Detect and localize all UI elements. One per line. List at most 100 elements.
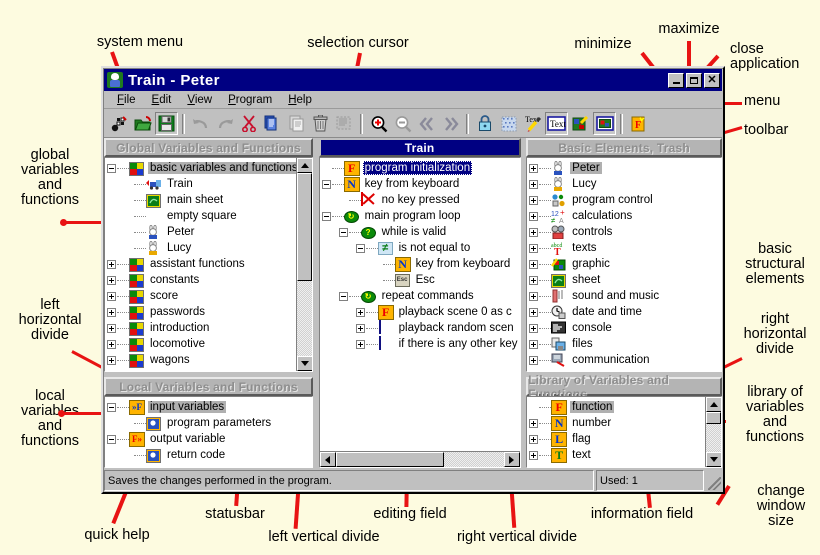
library-scroll-track[interactable] — [706, 424, 721, 452]
tree-row[interactable]: controls — [529, 224, 721, 240]
tree-row[interactable]: ↻main program loop — [322, 208, 520, 224]
tree-row[interactable]: empty square — [107, 208, 296, 224]
tree-row[interactable]: files — [529, 336, 721, 352]
panel-caption-library[interactable]: Library of Variables and Functions — [526, 377, 722, 396]
tree-row[interactable]: abcdTtexts — [529, 240, 721, 256]
collapse-toggle-icon[interactable] — [107, 164, 116, 173]
tree-row[interactable]: locomotive — [107, 336, 296, 352]
global-vscrollbar[interactable] — [296, 158, 312, 371]
tree-row[interactable]: Fplayback scene 0 as c — [322, 304, 520, 320]
tree-item-label[interactable]: basic variables and functions — [148, 162, 296, 174]
library-vscrollbar[interactable] — [705, 397, 721, 467]
undo-icon[interactable] — [189, 112, 212, 135]
tree-row[interactable]: sheet — [529, 272, 721, 288]
tree-item-label[interactable]: sheet — [570, 274, 602, 286]
expand-toggle-icon[interactable] — [529, 292, 538, 301]
tree-item-label[interactable]: calculations — [570, 210, 634, 222]
menu-item-help[interactable]: Help — [280, 93, 320, 107]
editor-hscrollbar[interactable] — [320, 451, 520, 467]
expand-toggle-icon[interactable] — [107, 340, 116, 349]
expand-toggle-icon[interactable] — [529, 308, 538, 317]
tree-item-label[interactable]: function — [570, 401, 614, 413]
edit-image-icon[interactable] — [569, 112, 592, 135]
tree-row[interactable]: Ffunction — [529, 399, 705, 415]
panel-caption-local[interactable]: Local Variables and Functions — [104, 377, 313, 396]
panel-caption-editor[interactable]: Train — [319, 138, 521, 157]
tree-row[interactable]: ≠is not equal to — [322, 240, 520, 256]
panel-caption-global[interactable]: Global Variables and Functions — [104, 138, 313, 157]
tree-row[interactable]: communication — [529, 352, 721, 368]
select-all-icon[interactable] — [333, 112, 356, 135]
tree-row[interactable]: assistant functions — [107, 256, 296, 272]
tree-item-label[interactable]: Lucy — [165, 242, 193, 254]
menu-item-file[interactable]: File — [109, 93, 144, 107]
expand-toggle-icon[interactable] — [529, 356, 538, 365]
tree-row[interactable]: ↻repeat commands — [322, 288, 520, 304]
tree-row[interactable]: Nkey from keyboard — [322, 176, 520, 192]
tree-item-label[interactable]: return code — [165, 449, 227, 461]
tree-row[interactable]: passwords — [107, 304, 296, 320]
expand-toggle-icon[interactable] — [529, 212, 538, 221]
function-icon[interactable]: F — [627, 112, 650, 135]
local-variables-tree[interactable]: »Finput variablesprogram parametersF»out… — [105, 397, 312, 467]
editing-field[interactable]: Fprogram initializationNkey from keyboar… — [320, 158, 520, 451]
tree-item-label[interactable]: Train — [165, 178, 195, 190]
tree-item-label[interactable]: key from keyboard — [363, 178, 462, 190]
collapse-toggle-icon[interactable] — [339, 228, 348, 237]
tree-row[interactable]: Ttext — [529, 447, 705, 463]
editor-scroll-track[interactable] — [444, 452, 504, 467]
tree-item-label[interactable]: locomotive — [148, 338, 207, 350]
global-scroll-thumb[interactable] — [297, 173, 312, 281]
menu-item-program[interactable]: Program — [220, 93, 280, 107]
expand-toggle-icon[interactable] — [529, 180, 538, 189]
tree-row[interactable]: Lflag — [529, 431, 705, 447]
tree-item-label[interactable]: Esc — [414, 274, 437, 286]
tree-item-label[interactable]: assistant functions — [148, 258, 247, 270]
collapse-toggle-icon[interactable] — [322, 212, 331, 221]
tree-row[interactable]: Peter — [529, 160, 721, 176]
collapse-toggle-icon[interactable] — [107, 435, 116, 444]
copy-icon[interactable] — [261, 112, 284, 135]
save-disk-icon[interactable] — [155, 112, 178, 135]
tree-item-label[interactable]: input variables — [148, 401, 226, 413]
tree-item-label[interactable]: Peter — [165, 226, 197, 238]
cut-scissors-icon[interactable] — [237, 112, 260, 135]
expand-toggle-icon[interactable] — [529, 260, 538, 269]
global-scroll-up-button[interactable] — [297, 158, 313, 173]
zoom-out-icon[interactable] — [391, 112, 414, 135]
tree-item-label[interactable]: date and time — [570, 306, 644, 318]
tree-item-label[interactable]: while is valid — [380, 226, 449, 238]
tree-item-label[interactable]: is not equal to — [397, 242, 473, 254]
menu-item-edit[interactable]: Edit — [144, 93, 180, 107]
collapse-toggle-icon[interactable] — [339, 292, 348, 301]
tree-item-label[interactable]: output variable — [148, 433, 227, 445]
tree-row[interactable]: sound and music — [529, 288, 721, 304]
tree-item-label[interactable]: Lucy — [570, 178, 598, 190]
bunny-icon[interactable] — [107, 72, 123, 88]
tree-item-label[interactable]: graphic — [570, 258, 612, 270]
minimize-button[interactable] — [668, 73, 684, 88]
global-scroll-down-button[interactable] — [297, 356, 313, 371]
panel-caption-basic[interactable]: Basic Elements, Trash — [526, 138, 722, 157]
tree-row[interactable]: score — [107, 288, 296, 304]
tree-item-label[interactable]: console — [570, 322, 614, 334]
basic-elements-tree[interactable]: Peter Lucy program control 12+≠Acalculation… — [527, 158, 721, 371]
redo-icon[interactable] — [213, 112, 236, 135]
tree-item-label[interactable]: repeat commands — [380, 290, 476, 302]
editor-scroll-left-button[interactable] — [320, 452, 336, 467]
tree-item-label[interactable]: program control — [570, 194, 655, 206]
tree-item-label[interactable]: communication — [570, 354, 651, 366]
tree-row[interactable]: Fprogram initialization — [322, 160, 520, 176]
paste-icon[interactable] — [285, 112, 308, 135]
tree-item-label[interactable]: passwords — [148, 306, 207, 318]
tree-row[interactable]: 12+≠Acalculations — [529, 208, 721, 224]
show-image-icon[interactable] — [593, 112, 616, 135]
tree-row[interactable]: Train — [107, 176, 296, 192]
tree-row[interactable]: graphic — [529, 256, 721, 272]
global-scroll-track[interactable] — [297, 281, 312, 356]
maximize-button[interactable] — [686, 73, 702, 88]
tree-item-label[interactable]: number — [570, 417, 613, 429]
library-scroll-up-button[interactable] — [706, 397, 722, 412]
library-scroll-down-button[interactable] — [706, 452, 722, 467]
edit-text-pencil-icon[interactable]: Text — [521, 112, 544, 135]
